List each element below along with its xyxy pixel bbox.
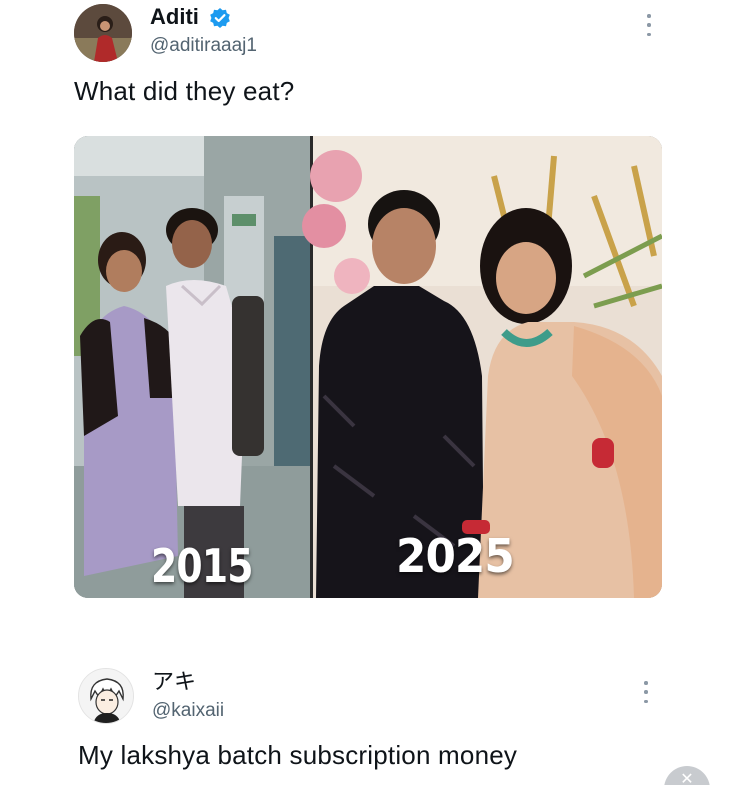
verified-badge-icon bbox=[210, 8, 230, 28]
collage-image bbox=[74, 136, 662, 598]
post-text: What did they eat? bbox=[74, 76, 295, 106]
more-vertical-icon[interactable] bbox=[646, 14, 652, 36]
feed: Aditi @aditiraaaj1 What did they eat? 20… bbox=[0, 0, 735, 785]
reply-text: My lakshya batch subscription money bbox=[78, 740, 518, 770]
year-label-right: 2025 bbox=[396, 529, 515, 583]
reply-author-name[interactable]: アキ bbox=[152, 664, 196, 696]
author-name[interactable]: Aditi bbox=[150, 4, 199, 30]
avatar-image bbox=[74, 4, 132, 62]
avatar-image bbox=[79, 669, 133, 723]
year-label-left: 2015 bbox=[151, 539, 254, 593]
reply-author-handle[interactable]: @kaixaii bbox=[152, 700, 224, 722]
author-avatar[interactable] bbox=[74, 4, 132, 62]
more-vertical-icon[interactable] bbox=[643, 681, 649, 703]
post-media[interactable]: 2015 2025 bbox=[74, 136, 662, 598]
reply-avatar[interactable] bbox=[78, 668, 134, 724]
photo-left bbox=[74, 136, 310, 598]
close-icon[interactable]: ✕ bbox=[664, 766, 710, 785]
author-handle[interactable]: @aditiraaaj1 bbox=[150, 35, 257, 57]
